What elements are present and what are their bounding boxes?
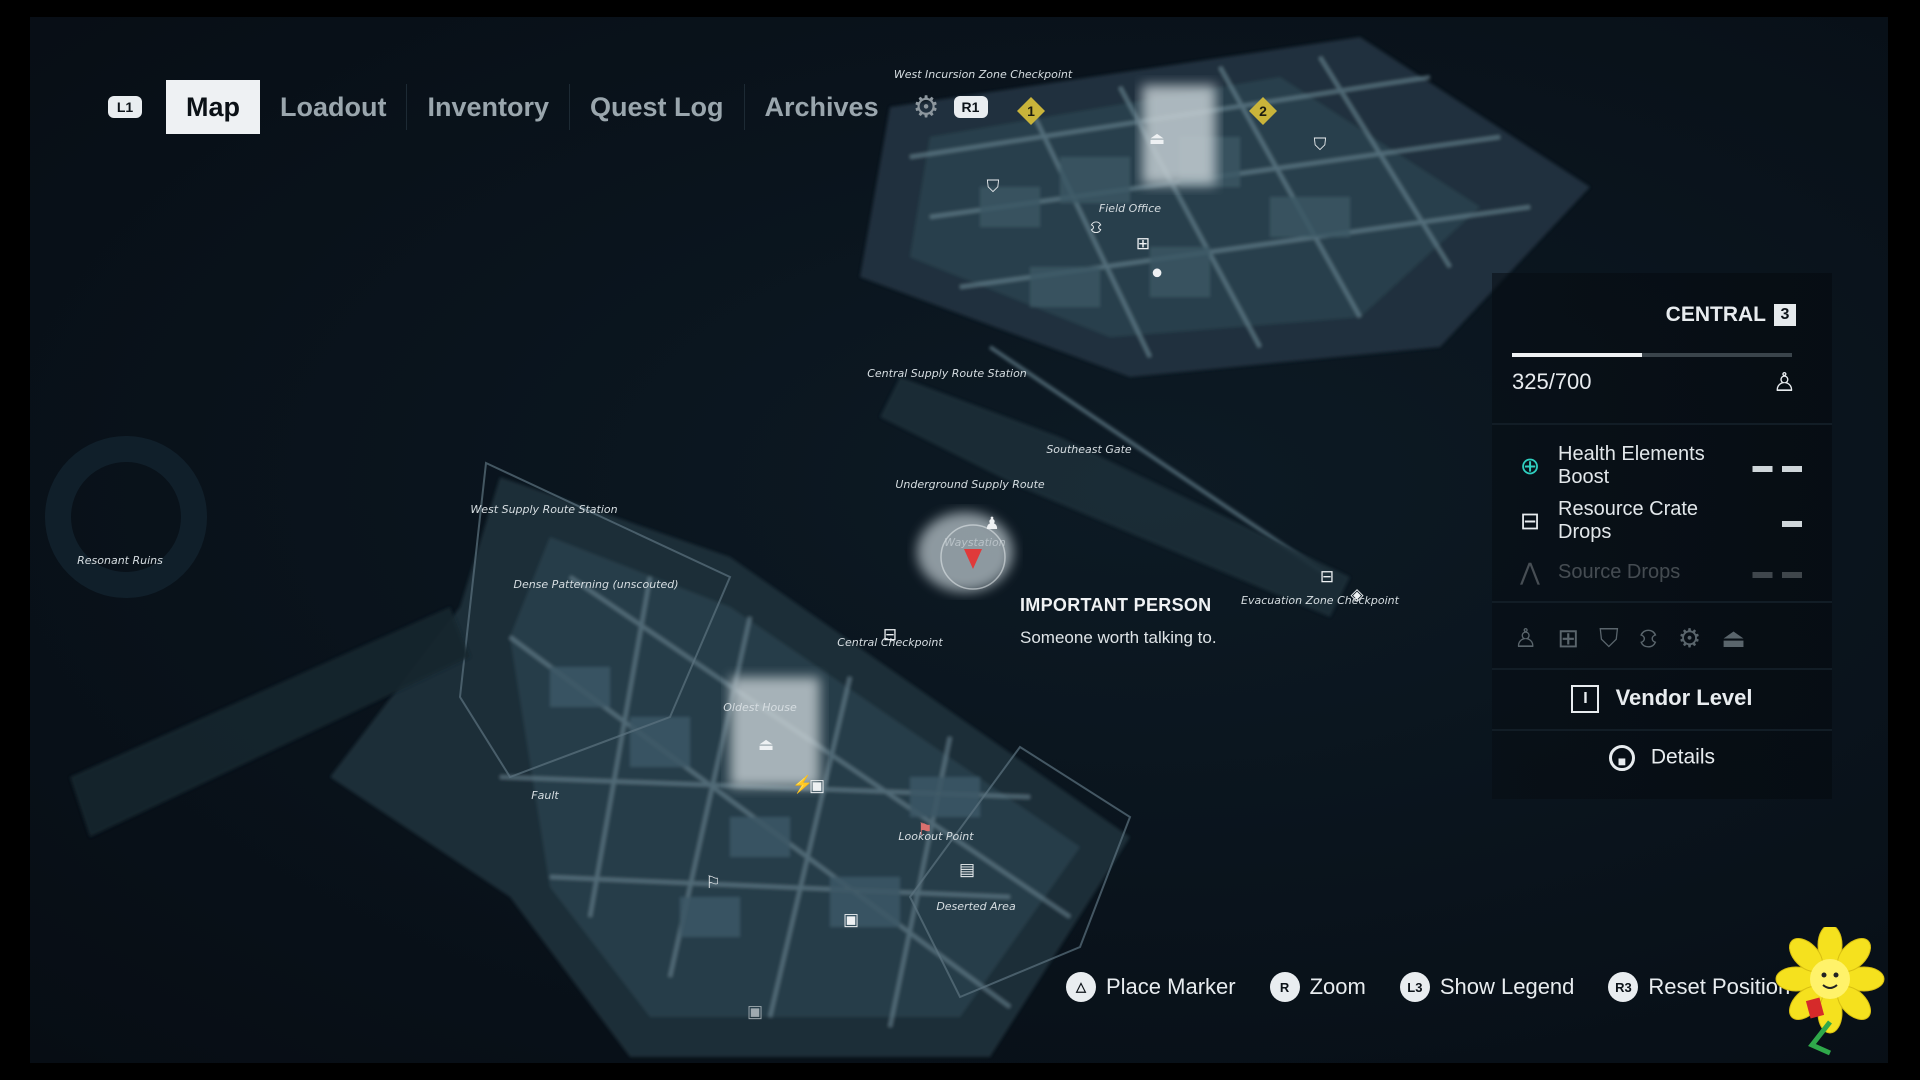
hint-label: Show Legend xyxy=(1439,974,1575,999)
waypoint-icon[interactable]: ⛉ xyxy=(1314,135,1327,155)
tooltip-title: IMPORTANT PERSON xyxy=(1020,595,1212,615)
boost-label: Source Drops xyxy=(1558,561,1681,583)
hint-show-legend[interactable]: L3 Show Legend xyxy=(1399,972,1575,1002)
boost-resource-crate[interactable]: ⊟ Resource Crate Drops ▬ xyxy=(1514,498,1804,544)
hint-label: Place Marker xyxy=(1106,974,1236,999)
panel-divider xyxy=(1492,729,1832,731)
boost-value: ▬ ▬ xyxy=(1752,454,1804,477)
map-label-underground-supply: Underground Supply Route xyxy=(895,478,1045,491)
tab-archives[interactable]: Archives xyxy=(745,80,899,134)
important-person-icon[interactable]: ♟ xyxy=(984,514,999,534)
vendor-level-label: Vendor Level xyxy=(1615,685,1753,710)
boost-label: Resource Crate Drops xyxy=(1558,498,1699,543)
vendor-icon[interactable]: ⛻ xyxy=(1090,218,1103,240)
chest-icon[interactable]: ▣ xyxy=(843,910,859,930)
tooltip-description: Someone worth talking to. xyxy=(1020,628,1217,647)
region-panel: CENTRAL 3 325/700 ♙ ⊕ Health Elements Bo… xyxy=(1492,273,1832,799)
gear-icon[interactable]: ⚙ xyxy=(1678,623,1701,658)
crate-icon: ⊟ xyxy=(1519,507,1541,535)
svg-text:1: 1 xyxy=(1027,103,1035,119)
waypoint-icon[interactable]: ⛉ xyxy=(987,177,1000,197)
triangle-button-icon: △ xyxy=(1066,972,1096,1002)
boost-source-drops[interactable]: ⋀ Source Drops ▬ ▬ xyxy=(1514,558,1804,587)
map-filter-row: ♙ ⊞ ⛉ ⛻ ⚙ ⏏ xyxy=(1514,623,1746,658)
person-icon[interactable]: ● xyxy=(1151,262,1163,285)
r1-button-hint[interactable]: R1 xyxy=(953,96,988,118)
l3-button-icon: L3 xyxy=(1399,972,1430,1002)
vendor-key-icon: I xyxy=(1571,685,1600,714)
map-label-southeast-gate: Southeast Gate xyxy=(1046,443,1132,456)
hint-label: Reset Position xyxy=(1648,974,1791,999)
coat-icon[interactable]: ⏏ xyxy=(1721,623,1746,658)
map-label-lookout-point: Lookout Point xyxy=(898,830,974,843)
panel-divider xyxy=(1492,668,1832,670)
shield-icon[interactable]: ⛉ xyxy=(1599,623,1619,658)
region-name: CENTRAL xyxy=(1665,303,1766,326)
chest-icon[interactable]: ▣ xyxy=(809,776,825,796)
right-stick-icon: R xyxy=(1269,972,1300,1002)
vendor-level-button[interactable]: I Vendor Level xyxy=(1492,685,1832,714)
map-icon[interactable]: ⊞ xyxy=(1557,623,1579,658)
vendor-icon[interactable]: ⛻ xyxy=(1639,623,1658,658)
important-person-tooltip: IMPORTANT PERSON Someone worth talking t… xyxy=(1000,577,1330,666)
map-label-resonant-ruins: Resonant Ruins xyxy=(77,554,163,567)
map-label-central-supply: Central Supply Route Station xyxy=(867,367,1027,380)
map-label-dense-patterning: Dense Patterning (unscouted) xyxy=(513,578,679,591)
control-hints: △ Place Marker R Zoom L3 Show Legend R3 … xyxy=(1066,972,1790,1002)
tab-quest-log[interactable]: Quest Log xyxy=(570,80,744,134)
map-label-west-supply: West Supply Route Station xyxy=(470,503,618,516)
region-xp-text: 325/700 xyxy=(1512,369,1592,394)
top-tab-bar: L1 Map Loadout Inventory Quest Log Archi… xyxy=(108,80,988,134)
map-label-waystation: Waystation xyxy=(944,536,1006,549)
panel-divider xyxy=(1492,601,1832,603)
l1-button-hint[interactable]: L1 xyxy=(108,96,142,118)
details-label: Details xyxy=(1650,745,1716,769)
chest-icon[interactable]: ▣ xyxy=(747,1002,763,1022)
note-icon[interactable]: ▤ xyxy=(959,860,975,880)
region-progress-fill xyxy=(1512,353,1642,357)
svg-text:2: 2 xyxy=(1259,103,1267,119)
boost-label: Health Elements Boost xyxy=(1558,443,1705,488)
flower-mascot-icon xyxy=(1775,927,1885,1056)
checkpoint-icon[interactable]: ⊟ xyxy=(883,625,897,645)
map-label-fault: Fault xyxy=(531,789,559,802)
hint-reset-position[interactable]: R3 Reset Position xyxy=(1608,972,1790,1002)
lookout-icon[interactable]: ⚑ xyxy=(917,820,932,840)
health-plus-icon: ⊕ xyxy=(1519,452,1541,480)
person-add-icon[interactable]: ♙ xyxy=(1773,367,1796,398)
square-button-icon: ■ xyxy=(1608,745,1635,771)
map-label-oldest-house: Oldest House xyxy=(723,701,797,714)
hint-label: Zoom xyxy=(1309,974,1366,999)
region-title: CENTRAL 3 xyxy=(1666,303,1796,327)
person-icon[interactable]: ♙ xyxy=(1514,623,1537,658)
oldest-house-building xyxy=(730,677,820,787)
tab-inventory[interactable]: Inventory xyxy=(407,80,569,134)
source-icon: ⋀ xyxy=(1520,559,1540,586)
panel-divider xyxy=(1492,423,1832,425)
diamond-marker-icon[interactable]: ◈ xyxy=(1350,585,1363,605)
details-button[interactable]: ■ Details xyxy=(1492,745,1832,771)
field-office-icon[interactable]: ⊞ xyxy=(1136,234,1150,254)
hint-place-marker[interactable]: △ Place Marker xyxy=(1066,972,1236,1002)
map-label-deserted-area: Deserted Area xyxy=(936,900,1016,913)
region-level-badge: 3 xyxy=(1774,304,1796,326)
coat-icon[interactable]: ⏏ xyxy=(1149,129,1165,149)
map-label-west-incursion: West Incursion Zone Checkpoint xyxy=(893,68,1073,81)
gear-icon[interactable]: ⚙ xyxy=(899,90,954,125)
r3-button-icon: R3 xyxy=(1608,972,1639,1002)
boost-health-elements[interactable]: ⊕ Health Elements Boost ▬ ▬ xyxy=(1514,443,1804,489)
game-frame: 1 2 L1 Map Loadout Inventory Quest Log A… xyxy=(30,17,1888,1063)
region-progress-bar xyxy=(1512,353,1792,357)
coat-icon[interactable]: ⏏ xyxy=(758,735,774,755)
tab-map[interactable]: Map xyxy=(166,80,260,134)
hint-zoom[interactable]: R Zoom xyxy=(1269,972,1366,1002)
map-label-field-office: Field Office xyxy=(1098,202,1162,215)
boost-value: ▬ ▬ xyxy=(1752,561,1804,583)
tab-loadout[interactable]: Loadout xyxy=(260,80,406,134)
boost-value: ▬ xyxy=(1782,509,1804,532)
bookmark-icon[interactable]: ⚐ xyxy=(705,873,720,893)
